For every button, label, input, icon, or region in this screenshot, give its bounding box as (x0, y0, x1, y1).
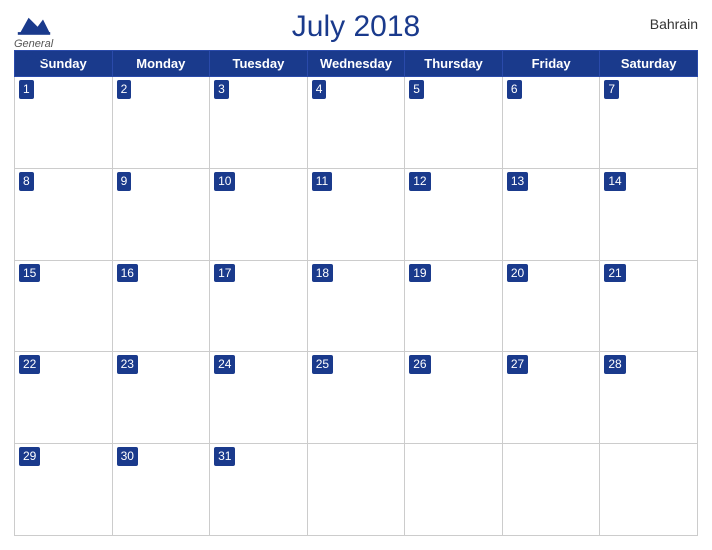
date-number-13: 13 (507, 172, 528, 191)
date-number-26: 26 (409, 355, 430, 374)
calendar-body: 1234567891011121314151617181920212223242… (15, 77, 698, 536)
date-number-11: 11 (312, 172, 332, 191)
date-number-31: 31 (214, 447, 235, 466)
week-row-5: 29 30 31 (15, 444, 698, 536)
calendar-header: General Blue July 2018 Bahrain (14, 10, 698, 44)
day-header-saturday: Saturday (600, 51, 698, 77)
date-cell-10: 10 (210, 168, 308, 260)
date-number-12: 12 (409, 172, 430, 191)
date-cell-31: 31 (210, 444, 308, 536)
date-cell-7: 7 (600, 77, 698, 169)
date-number-28: 28 (604, 355, 625, 374)
week-row-1: 1 2 3 4 5 6 7 (15, 77, 698, 169)
date-cell-empty-5 (502, 444, 600, 536)
date-number-25: 25 (312, 355, 333, 374)
date-number-14: 14 (604, 172, 625, 191)
date-cell-29: 29 (15, 444, 113, 536)
date-cell-26: 26 (405, 352, 503, 444)
day-header-monday: Monday (112, 51, 210, 77)
date-cell-19: 19 (405, 260, 503, 352)
date-number-9: 9 (117, 172, 132, 191)
date-cell-28: 28 (600, 352, 698, 444)
date-cell-empty-4 (405, 444, 503, 536)
calendar-container: General Blue July 2018 Bahrain Sunday Mo… (0, 0, 712, 550)
date-number-20: 20 (507, 264, 528, 283)
date-cell-20: 20 (502, 260, 600, 352)
date-cell-11: 11 (307, 168, 405, 260)
date-cell-4: 4 (307, 77, 405, 169)
logo-text-general: General (14, 38, 53, 50)
date-number-10: 10 (214, 172, 235, 191)
date-cell-25: 25 (307, 352, 405, 444)
date-number-17: 17 (214, 264, 235, 283)
date-number-30: 30 (117, 447, 138, 466)
calendar-title: July 2018 (292, 10, 420, 44)
date-number-2: 2 (117, 80, 132, 99)
date-cell-8: 8 (15, 168, 113, 260)
date-number-15: 15 (19, 264, 40, 283)
country-label: Bahrain (650, 16, 698, 32)
date-number-23: 23 (117, 355, 138, 374)
date-number-27: 27 (507, 355, 528, 374)
logo-icon (16, 10, 52, 38)
date-cell-14: 14 (600, 168, 698, 260)
date-cell-15: 15 (15, 260, 113, 352)
date-cell-30: 30 (112, 444, 210, 536)
date-cell-3: 3 (210, 77, 308, 169)
date-number-8: 8 (19, 172, 34, 191)
logo: General Blue (14, 10, 53, 65)
day-header-wednesday: Wednesday (307, 51, 405, 77)
date-cell-empty-3 (307, 444, 405, 536)
date-number-5: 5 (409, 80, 424, 99)
date-cell-12: 12 (405, 168, 503, 260)
date-cell-21: 21 (600, 260, 698, 352)
date-cell-23: 23 (112, 352, 210, 444)
date-cell-empty-6 (600, 444, 698, 536)
date-number-19: 19 (409, 264, 430, 283)
date-number-7: 7 (604, 80, 619, 99)
day-header-tuesday: Tuesday (210, 51, 308, 77)
date-number-21: 21 (604, 264, 625, 283)
date-cell-17: 17 (210, 260, 308, 352)
week-row-3: 15 16 17 18 19 20 21 (15, 260, 698, 352)
date-cell-1: 1 (15, 77, 113, 169)
date-number-16: 16 (117, 264, 138, 283)
date-number-22: 22 (19, 355, 40, 374)
date-cell-2: 2 (112, 77, 210, 169)
date-cell-24: 24 (210, 352, 308, 444)
date-cell-9: 9 (112, 168, 210, 260)
week-row-2: 8 9 10 11 12 13 14 (15, 168, 698, 260)
date-cell-6: 6 (502, 77, 600, 169)
date-cell-16: 16 (112, 260, 210, 352)
week-row-4: 22 23 24 25 26 27 28 (15, 352, 698, 444)
date-cell-22: 22 (15, 352, 113, 444)
date-number-3: 3 (214, 80, 229, 99)
date-number-4: 4 (312, 80, 327, 99)
date-cell-13: 13 (502, 168, 600, 260)
date-number-24: 24 (214, 355, 235, 374)
date-cell-5: 5 (405, 77, 503, 169)
logo-text-blue: Blue (19, 50, 47, 65)
calendar-table: Sunday Monday Tuesday Wednesday Thursday… (14, 50, 698, 536)
day-header-friday: Friday (502, 51, 600, 77)
date-number-29: 29 (19, 447, 40, 466)
date-number-18: 18 (312, 264, 333, 283)
day-header-thursday: Thursday (405, 51, 503, 77)
date-cell-18: 18 (307, 260, 405, 352)
date-cell-27: 27 (502, 352, 600, 444)
date-number-1: 1 (19, 80, 34, 99)
day-headers-row: Sunday Monday Tuesday Wednesday Thursday… (15, 51, 698, 77)
date-number-6: 6 (507, 80, 522, 99)
